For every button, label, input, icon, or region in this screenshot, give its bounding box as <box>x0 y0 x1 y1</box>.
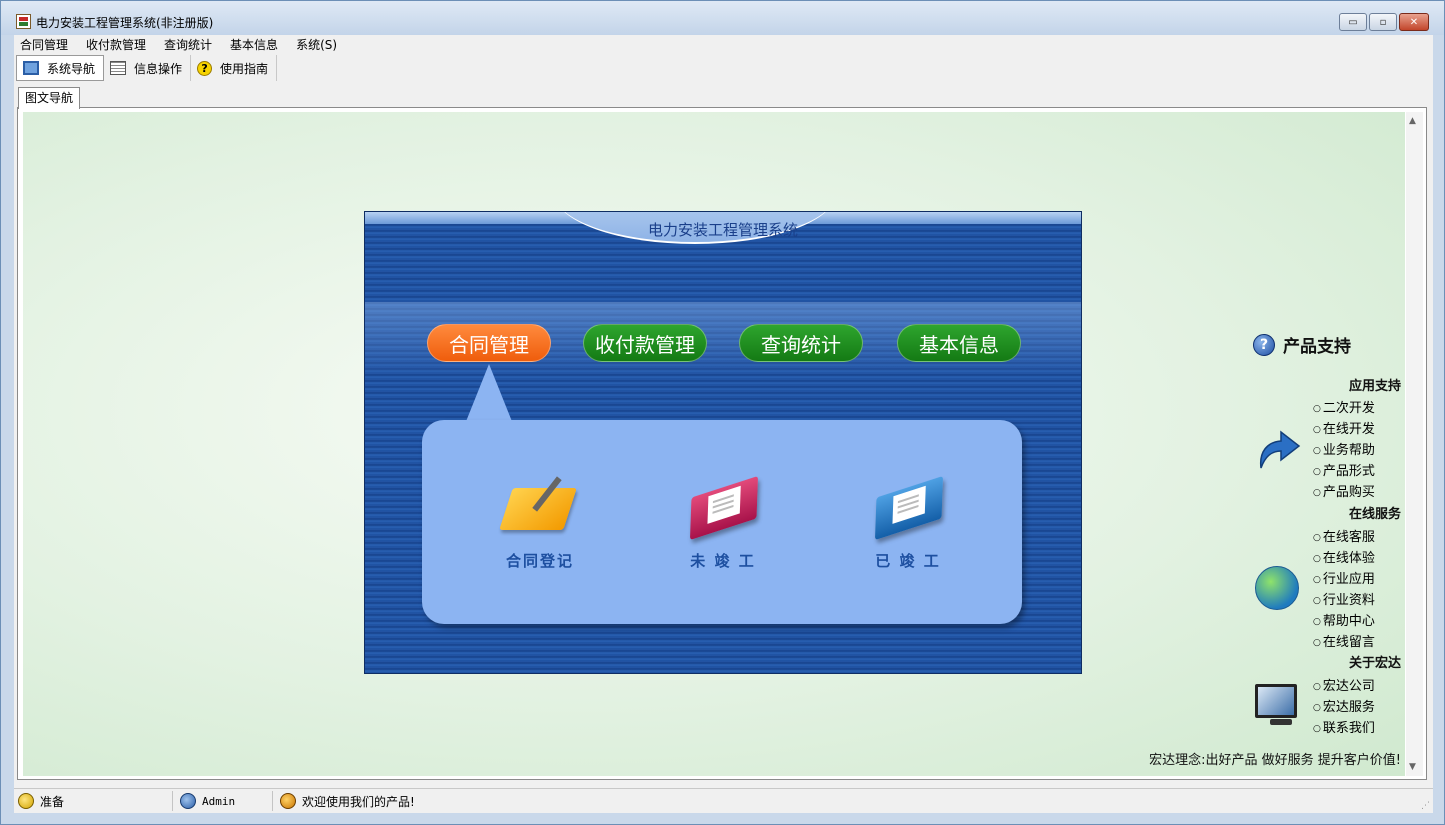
arrow-icon <box>1255 424 1301 475</box>
bubble-pointer <box>465 364 513 424</box>
link-service[interactable]: 宏达服务 <box>1313 698 1375 719</box>
status-welcome-text: 欢迎使用我们的产品! <box>302 794 415 809</box>
panel-title: 电力安装工程管理系统 <box>647 221 798 239</box>
link-industry-app[interactable]: 行业应用 <box>1313 570 1375 591</box>
grid-icon <box>110 61 127 75</box>
nav-contract-button[interactable]: 合同管理 <box>427 324 551 362</box>
vertical-scrollbar[interactable]: ▲ ▼ <box>1406 112 1423 776</box>
resize-grip-icon[interactable]: ⋰ <box>1421 801 1430 811</box>
scroll-up-icon[interactable]: ▲ <box>1409 116 1416 126</box>
folder-pen-icon <box>499 474 580 542</box>
link-online-dev[interactable]: 在线开发 <box>1313 420 1375 441</box>
status-user-text: Admin <box>202 794 236 808</box>
app-support-title: 应用支持 <box>1348 379 1401 394</box>
contract-register-item[interactable]: 合同登记 <box>485 474 595 571</box>
app-icon <box>16 14 31 29</box>
window-title: 电力安装工程管理系统(非注册版) <box>36 16 214 30</box>
menu-query[interactable]: 查询统计 <box>164 36 212 53</box>
menu-bar: 合同管理 收付款管理 查询统计 基本信息 系统(S) <box>14 35 1433 54</box>
about-links: 宏达公司 宏达服务 联系我们 <box>1313 677 1375 740</box>
nav-query-button[interactable]: 查询统计 <box>739 324 863 362</box>
tab-graphic-nav[interactable]: 图文导航 <box>18 87 81 109</box>
online-service-links: 在线客服 在线体验 行业应用 行业资料 帮助中心 在线留言 <box>1313 528 1375 654</box>
content-frame: 电力安装工程管理系统 合同管理 收付款管理 查询统计 基本信息 合同登记 未 竣… <box>17 107 1427 780</box>
info-ops-button[interactable]: 信息操作 <box>104 55 192 81</box>
product-support-panel: ? 产品支持 应用支持 二次开发 在线开发 业务帮助 产品形式 <box>1143 332 1405 772</box>
main-panel: 电力安装工程管理系统 合同管理 收付款管理 查询统计 基本信息 合同登记 未 竣… <box>364 211 1082 674</box>
unfinished-label: 未 竣 工 <box>690 552 756 570</box>
link-product-purchase[interactable]: 产品购买 <box>1313 483 1375 504</box>
app-window: 电力安装工程管理系统(非注册版) ▭ ▫ ✕ 合同管理 收付款管理 查询统计 基… <box>0 0 1445 825</box>
computer-icon <box>1255 684 1297 725</box>
link-company[interactable]: 宏达公司 <box>1313 677 1375 698</box>
menu-contract[interactable]: 合同管理 <box>20 36 68 53</box>
title-bar[interactable]: 电力安装工程管理系统(非注册版) ▭ ▫ ✕ <box>1 1 1444 35</box>
nav-canvas: 电力安装工程管理系统 合同管理 收付款管理 查询统计 基本信息 合同登记 未 竣… <box>23 112 1405 776</box>
company-motto: 宏达理念:出好产品 做好服务 提升客户价值! <box>1149 753 1401 768</box>
support-heading: ? 产品支持 <box>1253 332 1351 357</box>
contract-register-label: 合同登记 <box>505 552 574 570</box>
link-online-trial[interactable]: 在线体验 <box>1313 549 1375 570</box>
globe-icon <box>1255 566 1299 610</box>
finished-item[interactable]: 已 竣 工 <box>853 474 963 571</box>
window-controls: ▭ ▫ ✕ <box>1339 13 1429 31</box>
status-ready: 准备 <box>18 792 64 810</box>
link-online-message[interactable]: 在线留言 <box>1313 633 1375 654</box>
user-guide-button[interactable]: ? 使用指南 <box>191 55 278 81</box>
link-business-help[interactable]: 业务帮助 <box>1313 441 1375 462</box>
online-service-title: 在线服务 <box>1348 507 1401 522</box>
link-industry-docs[interactable]: 行业资料 <box>1313 591 1375 612</box>
minimize-button[interactable]: ▭ <box>1339 13 1367 31</box>
menu-basic-info[interactable]: 基本信息 <box>230 36 278 53</box>
link-online-cs[interactable]: 在线客服 <box>1313 528 1375 549</box>
link-contact[interactable]: 联系我们 <box>1313 719 1375 740</box>
ready-icon <box>18 793 34 809</box>
status-divider <box>272 791 273 811</box>
tab-area: 图文导航 电力安装工程管理系统 合同管理 收付款管理 查询统计 基本信息 合同登… <box>14 82 1433 788</box>
blue-book-icon <box>868 474 948 542</box>
status-divider <box>172 791 173 811</box>
status-ready-text: 准备 <box>40 794 65 809</box>
menu-system[interactable]: 系统(S) <box>296 36 337 53</box>
info-ops-label: 信息操作 <box>134 61 183 76</box>
status-user: Admin <box>180 792 235 810</box>
scroll-down-icon[interactable]: ▼ <box>1409 762 1416 772</box>
help-icon: ? <box>197 60 213 76</box>
nav-basic-info-button[interactable]: 基本信息 <box>897 324 1021 362</box>
user-icon <box>180 793 196 809</box>
link-product-form[interactable]: 产品形式 <box>1313 462 1375 483</box>
user-guide-label: 使用指南 <box>220 61 269 76</box>
nav-payments-button[interactable]: 收付款管理 <box>583 324 707 362</box>
status-welcome: 欢迎使用我们的产品! <box>280 792 415 810</box>
question-icon: ? <box>1253 333 1275 356</box>
monitor-icon <box>23 61 39 75</box>
support-heading-text: 产品支持 <box>1283 337 1351 357</box>
menu-payments[interactable]: 收付款管理 <box>86 36 146 53</box>
maximize-button[interactable]: ▫ <box>1369 13 1397 31</box>
toolbar: 系统导航 信息操作 ? 使用指南 <box>14 54 1433 82</box>
about-title: 关于宏达 <box>1348 656 1401 671</box>
link-help-center[interactable]: 帮助中心 <box>1313 612 1375 633</box>
system-nav-button[interactable]: 系统导航 <box>16 55 105 81</box>
status-bar: 准备 Admin 欢迎使用我们的产品! ⋰ <box>14 788 1433 813</box>
close-button[interactable]: ✕ <box>1399 13 1429 31</box>
finished-label: 已 竣 工 <box>875 552 941 570</box>
system-nav-label: 系统导航 <box>47 61 96 76</box>
link-secondary-dev[interactable]: 二次开发 <box>1313 399 1375 420</box>
app-support-links: 二次开发 在线开发 业务帮助 产品形式 产品购买 <box>1313 399 1375 504</box>
unfinished-item[interactable]: 未 竣 工 <box>668 474 778 571</box>
red-book-icon <box>683 474 763 542</box>
welcome-icon <box>280 793 296 809</box>
